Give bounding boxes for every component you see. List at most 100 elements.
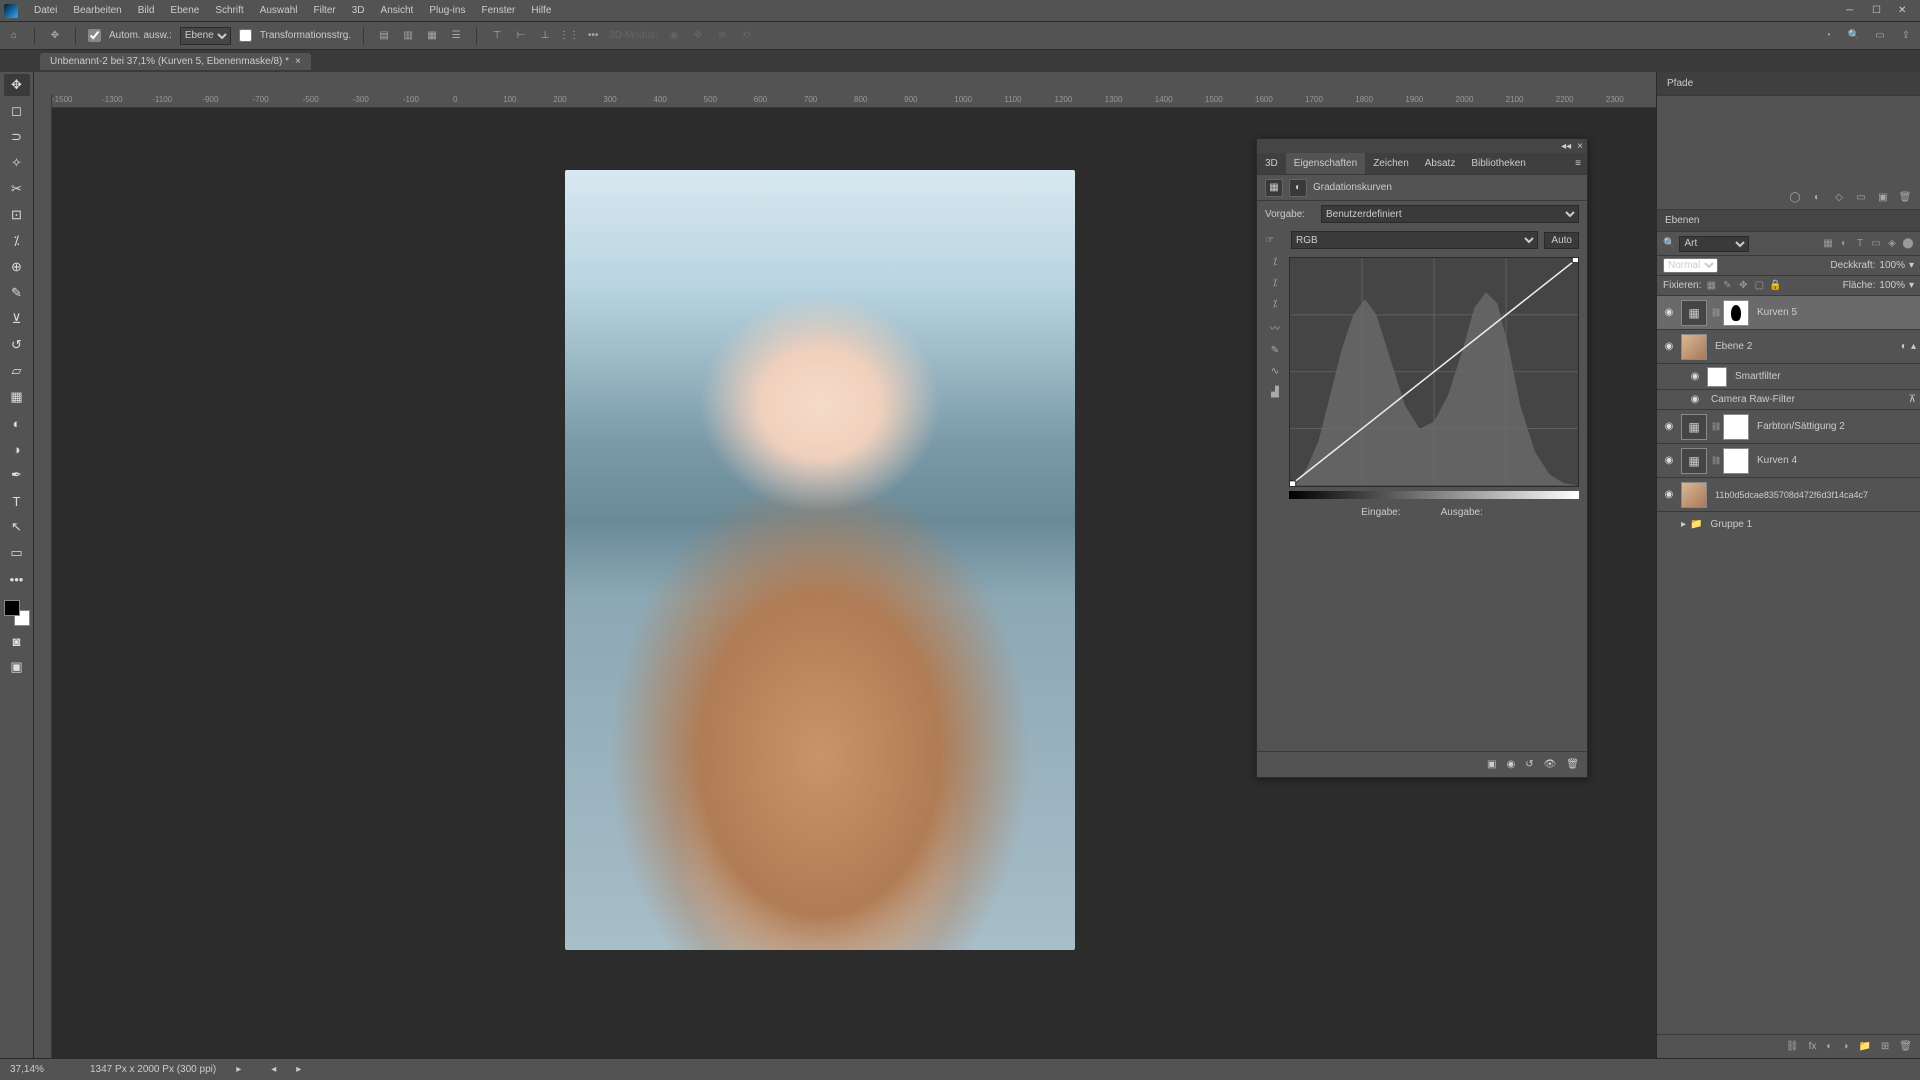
visibility-icon[interactable]: ◉ [1687,371,1703,382]
crop-tool[interactable]: ✂ [4,178,30,200]
clip-icon[interactable]: ▣ [1487,759,1496,770]
gradient-tool[interactable]: ▦ [4,386,30,408]
layer-name[interactable]: Camera Raw-Filter [1707,394,1905,405]
pencil-curve-icon[interactable]: ✎ [1271,345,1279,356]
filter-so-icon[interactable]: ◈ [1886,238,1898,250]
adjustment-icon[interactable]: ◑ [1842,1041,1848,1052]
preset-select[interactable]: Benutzerdefiniert [1321,205,1579,223]
link-layers-icon[interactable]: ⛓ [1786,1041,1799,1052]
image-thumb[interactable] [1681,482,1707,508]
lock-all-icon[interactable]: 🔒 [1769,280,1781,292]
doc-info-dropdown-icon[interactable]: ▸ [236,1064,241,1075]
delete-adjustment-icon[interactable]: 🗑 [1566,759,1579,770]
adjustment-thumb[interactable]: ▦ [1681,300,1707,326]
fill-dropdown-icon[interactable]: ▾ [1909,280,1914,291]
smartobject-thumb[interactable] [1681,334,1707,360]
adjustment-thumb[interactable]: ▦ [1681,448,1707,474]
menu-item[interactable]: Bild [130,5,163,16]
menu-item[interactable]: Datei [26,5,65,16]
menu-item[interactable]: Ansicht [373,5,422,16]
search-icon[interactable]: 🔍 [1846,28,1862,44]
menu-item[interactable]: Fenster [473,5,523,16]
smartfilter-toggle-icon[interactable]: ◐ [1901,341,1907,352]
align-hcenter-icon[interactable]: ▥ [400,28,416,44]
filter-toggle-icon[interactable]: ⬤ [1902,238,1914,250]
stamp-tool[interactable]: ⊻ [4,308,30,330]
more-align-icon[interactable]: ⋮⋮ [561,28,577,44]
lock-position-icon[interactable]: ✎ [1721,280,1733,292]
layer-row[interactable]: ◉ ▦ ⛓ Farbton/Sättigung 2 [1657,410,1920,444]
adjustment-thumb[interactable]: ▦ [1681,414,1707,440]
distribute-icon[interactable]: ☰ [448,28,464,44]
search-type-icon[interactable]: 🔍 [1663,238,1675,249]
scroll-left-icon[interactable]: ◂ [271,1064,276,1075]
filter-mask-thumb[interactable] [1707,367,1727,387]
smartfilter-row[interactable]: ◉ Smartfilter [1657,364,1920,390]
layer-filter-type[interactable]: Art [1679,236,1749,252]
sample-gray-icon[interactable]: ⁒ [1273,278,1278,289]
target-adjust-icon[interactable]: ☞ [1265,235,1285,246]
fx-icon[interactable]: fx [1809,1041,1817,1052]
color-swatches[interactable] [4,600,30,626]
menu-item[interactable]: 3D [344,5,373,16]
wand-tool[interactable]: ✧ [4,152,30,174]
filter-smart-icon[interactable]: ▣ [1876,191,1890,205]
type-tool[interactable]: T [4,490,30,512]
auto-button[interactable]: Auto [1544,232,1579,249]
group-icon[interactable]: 📁 [1858,1041,1870,1052]
new-layer-icon[interactable]: ⊞ [1881,1041,1889,1052]
blend-mode-select[interactable]: Normal [1663,258,1718,273]
reset-icon[interactable]: ↺ [1525,759,1533,770]
home-icon[interactable]: ⌂ [6,28,22,44]
layer-row[interactable]: ◉ ▦ ⛓ Kurven 4 [1657,444,1920,478]
align-vcenter-icon[interactable]: ⊢ [513,28,529,44]
layer-name[interactable]: Kurven 5 [1753,307,1916,318]
heal-tool[interactable]: ⊕ [4,256,30,278]
collapse-panel-icon[interactable]: ◂◂ [1561,141,1571,152]
panel-tab-paragraph[interactable]: Absatz [1417,153,1464,174]
delete-icon[interactable]: 🗑 [1899,1041,1912,1052]
document-image[interactable] [565,170,1075,950]
layer-name[interactable]: Farbton/Sättigung 2 [1753,421,1916,432]
layer-mask-thumb[interactable] [1723,300,1749,326]
menu-item[interactable]: Ebene [162,5,207,16]
pen-tool[interactable]: ✒ [4,464,30,486]
filter-blend-icon[interactable]: ⊼ [1909,394,1916,405]
blur-tool[interactable]: ◐ [4,412,30,434]
visibility-icon[interactable]: ◉ [1687,394,1703,405]
panel-tab-libraries[interactable]: Bibliotheken [1463,153,1533,174]
overflow-icon[interactable]: ••• [585,28,601,44]
marquee-tool[interactable]: ◻ [4,100,30,122]
shape-tool[interactable]: ▭ [4,542,30,564]
zoom-value[interactable]: 37,14% [10,1064,70,1075]
move-tool[interactable]: ✥ [4,74,30,96]
filter-text-icon[interactable]: T [1854,238,1866,250]
opacity-dropdown-icon[interactable]: ▾ [1909,260,1914,271]
curve-edit-icon[interactable]: 〰 [1270,320,1280,335]
history-brush-tool[interactable]: ↺ [4,334,30,356]
menu-item[interactable]: Auswahl [252,5,306,16]
mask-mode-icon[interactable]: ◐ [1289,179,1307,197]
transform-controls-checkbox[interactable] [239,29,252,42]
layer-name[interactable]: Ebene 2 [1711,341,1897,352]
lock-pixels-icon[interactable]: ▦ [1705,280,1717,292]
close-icon[interactable]: ✕ [1898,5,1910,17]
panel-tab-3d[interactable]: 3D [1257,153,1286,174]
layer-row[interactable]: ◉ 11b0d5dcae835708d472f6d3f14ca4c7 [1657,478,1920,512]
visibility-icon[interactable]: ◉ [1661,455,1677,466]
close-panel-icon[interactable]: × [1577,141,1583,152]
panel-tab-character[interactable]: Zeichen [1365,153,1417,174]
layers-panel-title[interactable]: Ebenen [1657,210,1920,232]
layer-name[interactable]: Kurven 4 [1753,455,1916,466]
curves-graph[interactable] [1289,257,1579,487]
lock-move-icon[interactable]: ✥ [1737,280,1749,292]
dodge-tool[interactable]: ◑ [4,438,30,460]
sample-black-icon[interactable]: ⁒ [1273,299,1278,310]
align-left-icon[interactable]: ▤ [376,28,392,44]
paths-panel-tab[interactable]: Pfade [1657,72,1920,96]
screenmode-tool[interactable]: ▣ [4,656,30,678]
menu-item[interactable]: Bearbeiten [65,5,129,16]
quickmask-tool[interactable]: ◙ [4,630,30,652]
group-row[interactable]: ▸ 📁 Gruppe 1 [1657,512,1920,536]
layer-mask-thumb[interactable] [1723,414,1749,440]
